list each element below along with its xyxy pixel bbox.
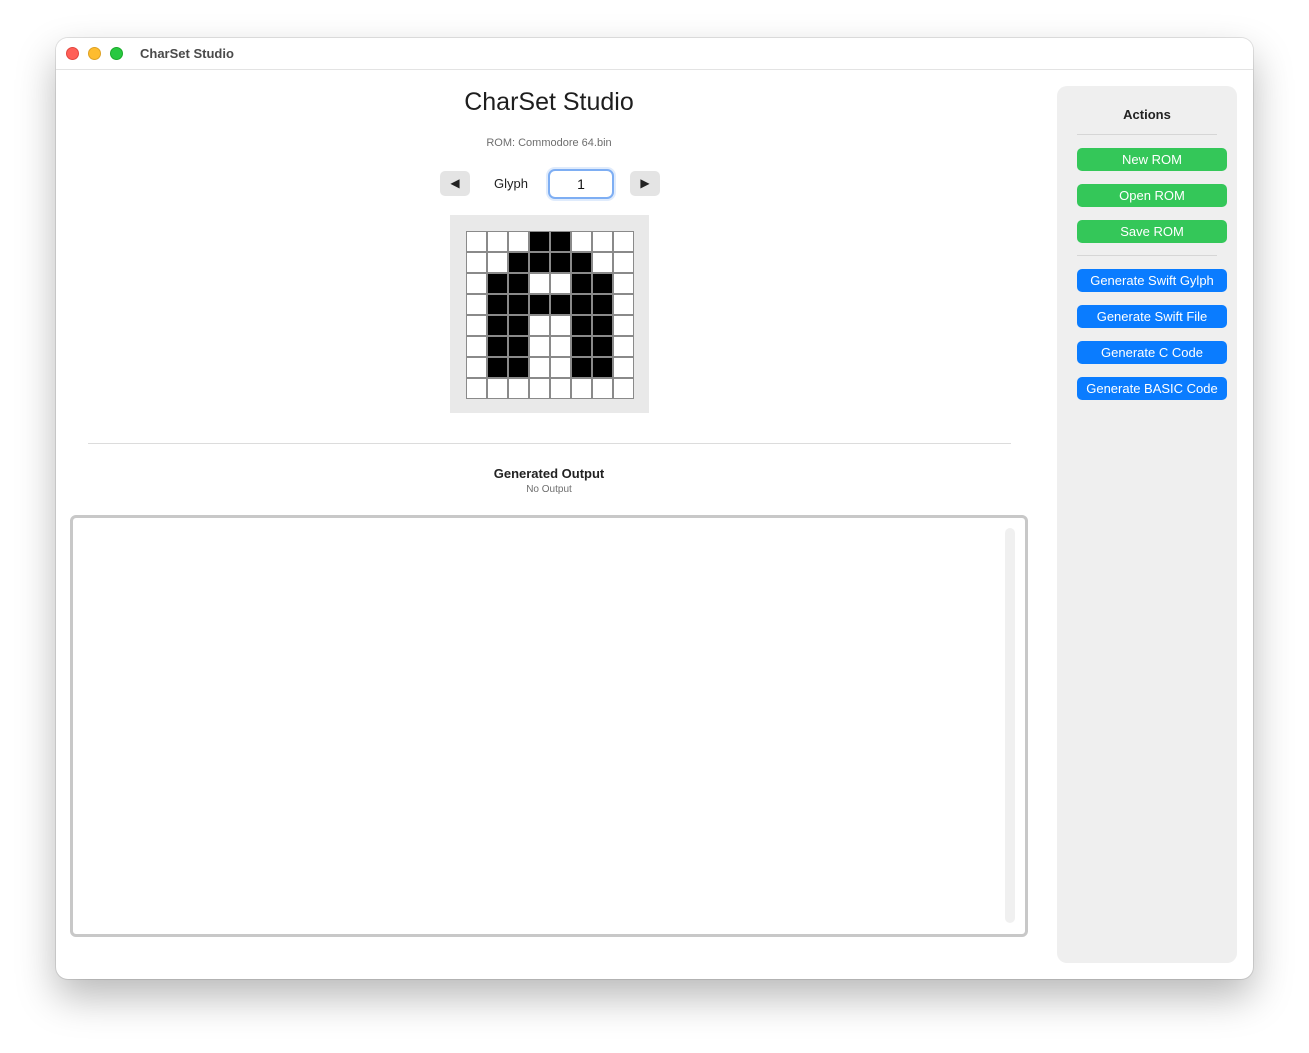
pixel-cell[interactable]	[508, 252, 529, 273]
pixel-cell[interactable]	[466, 294, 487, 315]
pixel-cell[interactable]	[613, 315, 634, 336]
pixel-cell[interactable]	[592, 252, 613, 273]
pixel-cell[interactable]	[529, 273, 550, 294]
pixel-cell[interactable]	[592, 231, 613, 252]
output-status: No Output	[526, 484, 572, 495]
pixel-cell[interactable]	[571, 336, 592, 357]
output-text-area[interactable]	[70, 515, 1028, 937]
pixel-cell[interactable]	[529, 378, 550, 399]
generate-c-code-button[interactable]: Generate C Code	[1077, 341, 1227, 364]
pixel-cell[interactable]	[571, 378, 592, 399]
pixel-cell[interactable]	[508, 336, 529, 357]
pixel-grid	[466, 231, 634, 399]
pixel-cell[interactable]	[466, 336, 487, 357]
previous-glyph-button[interactable]: ◀	[440, 171, 470, 196]
pixel-cell[interactable]	[508, 294, 529, 315]
pixel-cell[interactable]	[592, 273, 613, 294]
pixel-cell[interactable]	[487, 378, 508, 399]
pixel-cell[interactable]	[571, 273, 592, 294]
section-divider	[88, 443, 1011, 444]
pixel-cell[interactable]	[466, 357, 487, 378]
pixel-cell[interactable]	[550, 378, 571, 399]
pixel-cell[interactable]	[508, 273, 529, 294]
actions-sidebar: Actions New ROM Open ROM Save ROM Genera…	[1057, 86, 1237, 963]
pixel-cell[interactable]	[487, 357, 508, 378]
pixel-cell[interactable]	[592, 315, 613, 336]
rom-label: ROM: Commodore 64.bin	[486, 137, 612, 149]
pixel-cell[interactable]	[487, 294, 508, 315]
pixel-cell[interactable]	[529, 357, 550, 378]
pixel-cell[interactable]	[592, 357, 613, 378]
pixel-cell[interactable]	[592, 336, 613, 357]
title-bar: CharSet Studio	[56, 38, 1253, 70]
pixel-cell[interactable]	[466, 231, 487, 252]
zoom-window-button[interactable]	[110, 47, 123, 60]
glyph-number-field[interactable]: 1	[548, 169, 614, 199]
glyph-editor	[450, 215, 649, 413]
pixel-cell[interactable]	[487, 273, 508, 294]
pixel-cell[interactable]	[529, 294, 550, 315]
pixel-cell[interactable]	[550, 315, 571, 336]
pixel-cell[interactable]	[466, 273, 487, 294]
pixel-cell[interactable]	[613, 294, 634, 315]
sidebar-divider	[1077, 255, 1217, 256]
triangle-right-icon: ▶	[640, 176, 650, 190]
app-title: CharSet Studio	[464, 88, 634, 116]
pixel-cell[interactable]	[487, 315, 508, 336]
pixel-cell[interactable]	[613, 231, 634, 252]
pixel-cell[interactable]	[529, 252, 550, 273]
new-rom-button[interactable]: New ROM	[1077, 148, 1227, 171]
output-scrollbar[interactable]	[1005, 528, 1015, 923]
pixel-cell[interactable]	[529, 336, 550, 357]
pixel-cell[interactable]	[571, 315, 592, 336]
output-title: Generated Output	[493, 466, 605, 481]
pixel-cell[interactable]	[550, 273, 571, 294]
pixel-cell[interactable]	[529, 315, 550, 336]
pixel-cell[interactable]	[592, 294, 613, 315]
pixel-cell[interactable]	[571, 357, 592, 378]
pixel-cell[interactable]	[613, 252, 634, 273]
actions-title: Actions	[1123, 107, 1171, 122]
pixel-cell[interactable]	[487, 231, 508, 252]
pixel-cell[interactable]	[508, 357, 529, 378]
pixel-cell[interactable]	[550, 357, 571, 378]
minimize-window-button[interactable]	[88, 47, 101, 60]
pixel-cell[interactable]	[571, 294, 592, 315]
app-window: CharSet Studio CharSet Studio ROM: Commo…	[56, 38, 1253, 979]
window-title: CharSet Studio	[140, 46, 234, 61]
pixel-cell[interactable]	[571, 231, 592, 252]
pixel-cell[interactable]	[487, 252, 508, 273]
triangle-left-icon: ◀	[450, 176, 460, 190]
pixel-cell[interactable]	[571, 252, 592, 273]
save-rom-button[interactable]: Save ROM	[1077, 220, 1227, 243]
sidebar-divider	[1077, 134, 1217, 135]
pixel-cell[interactable]	[487, 336, 508, 357]
close-window-button[interactable]	[66, 47, 79, 60]
pixel-cell[interactable]	[550, 294, 571, 315]
open-rom-button[interactable]: Open ROM	[1077, 184, 1227, 207]
pixel-cell[interactable]	[550, 336, 571, 357]
pixel-cell[interactable]	[466, 315, 487, 336]
glyph-label: Glyph	[494, 176, 528, 191]
generate-swift-file-button[interactable]: Generate Swift File	[1077, 305, 1227, 328]
pixel-cell[interactable]	[466, 252, 487, 273]
pixel-cell[interactable]	[508, 378, 529, 399]
next-glyph-button[interactable]: ▶	[630, 171, 660, 196]
pixel-cell[interactable]	[529, 231, 550, 252]
pixel-cell[interactable]	[613, 357, 634, 378]
pixel-cell[interactable]	[613, 378, 634, 399]
generate-basic-code-button[interactable]: Generate BASIC Code	[1077, 377, 1227, 400]
pixel-cell[interactable]	[550, 252, 571, 273]
generate-swift-glyph-button[interactable]: Generate Swift Gylph	[1077, 269, 1227, 292]
pixel-cell[interactable]	[550, 231, 571, 252]
pixel-cell[interactable]	[613, 336, 634, 357]
pixel-cell[interactable]	[613, 273, 634, 294]
pixel-cell[interactable]	[508, 231, 529, 252]
pixel-cell[interactable]	[508, 315, 529, 336]
pixel-cell[interactable]	[466, 378, 487, 399]
pixel-cell[interactable]	[592, 378, 613, 399]
